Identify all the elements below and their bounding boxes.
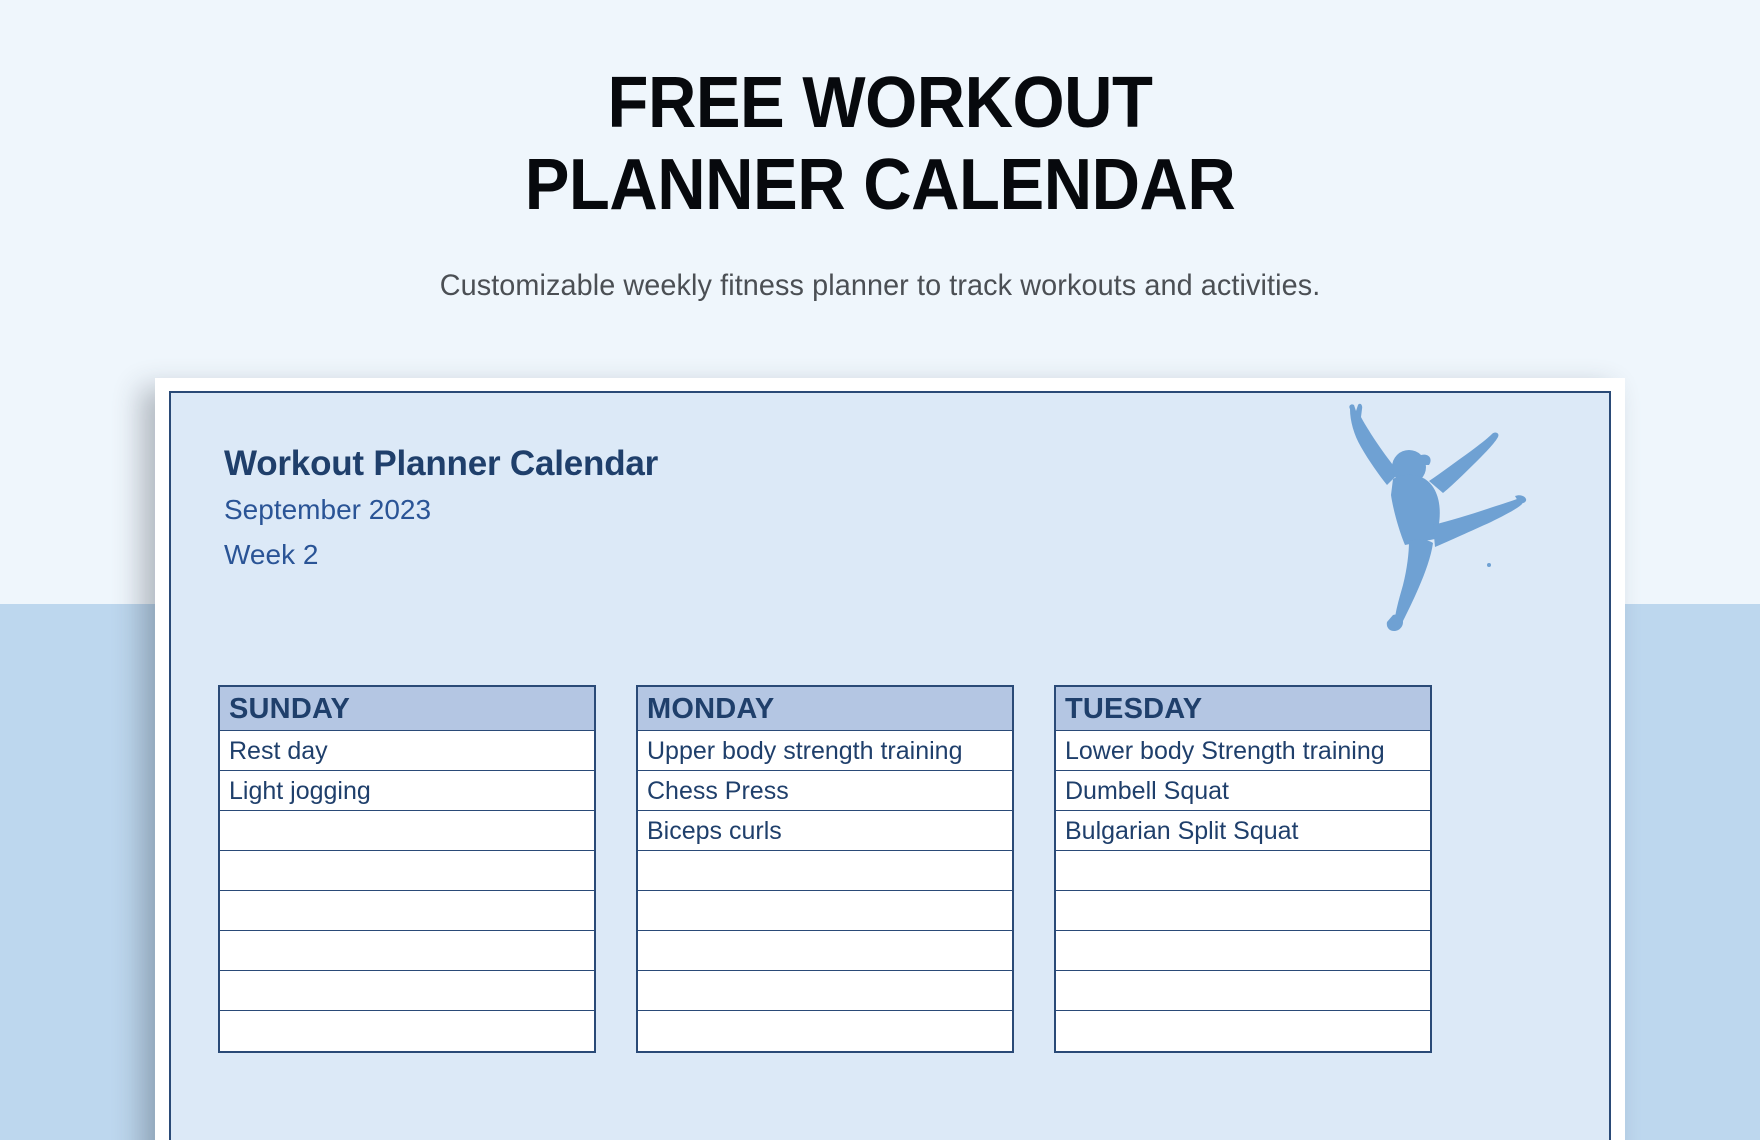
day-cell[interactable]: Rest day — [220, 731, 594, 771]
day-cell[interactable]: Lower body Strength training — [1056, 731, 1430, 771]
page-title: FREE WORKOUT PLANNER CALENDAR — [62, 62, 1699, 226]
day-cell[interactable] — [220, 891, 594, 931]
day-cell[interactable] — [638, 851, 1012, 891]
day-cell[interactable] — [1056, 891, 1430, 931]
day-cell[interactable]: Bulgarian Split Squat — [1056, 811, 1430, 851]
week-day-columns: SUNDAY Rest day Light jogging MONDAY Upp… — [218, 685, 1432, 1053]
day-cell[interactable] — [220, 971, 594, 1011]
planner-month: September 2023 — [224, 494, 432, 525]
day-cell[interactable] — [638, 931, 1012, 971]
day-cell[interactable]: Dumbell Squat — [1056, 771, 1430, 811]
day-cell[interactable]: Light jogging — [220, 771, 594, 811]
day-column-monday[interactable]: MONDAY Upper body strength training Ches… — [636, 685, 1014, 1053]
day-cell[interactable] — [638, 1011, 1012, 1051]
planner-week: Week 2 — [224, 539, 319, 570]
planner-header: Workout Planner Calendar September 2023 … — [224, 441, 658, 577]
day-cell[interactable] — [220, 1011, 594, 1051]
day-header-sunday: SUNDAY — [220, 687, 594, 731]
day-cell[interactable] — [1056, 851, 1430, 891]
day-cell[interactable] — [1056, 931, 1430, 971]
day-cell[interactable] — [1056, 1011, 1430, 1051]
page-title-line-1: FREE WORKOUT — [607, 63, 1153, 143]
hero-text-block: FREE WORKOUT PLANNER CALENDAR Customizab… — [0, 62, 1760, 306]
day-cell[interactable] — [1056, 971, 1430, 1011]
day-header-tuesday: TUESDAY — [1056, 687, 1430, 731]
document-card[interactable]: Workout Planner Calendar September 2023 … — [155, 378, 1625, 1140]
planner-sheet: Workout Planner Calendar September 2023 … — [169, 391, 1611, 1140]
day-cell[interactable] — [220, 931, 594, 971]
planner-title: Workout Planner Calendar — [224, 444, 659, 483]
page-subtitle: Customizable weekly fitness planner to t… — [439, 269, 1321, 302]
day-header-monday: MONDAY — [638, 687, 1012, 731]
day-column-tuesday[interactable]: TUESDAY Lower body Strength training Dum… — [1054, 685, 1432, 1053]
day-column-sunday[interactable]: SUNDAY Rest day Light jogging — [218, 685, 596, 1053]
day-cell[interactable] — [638, 971, 1012, 1011]
day-cell[interactable]: Chess Press — [638, 771, 1012, 811]
athlete-kicking-silhouette-icon — [1329, 403, 1539, 643]
page-title-line-2: PLANNER CALENDAR — [524, 145, 1236, 225]
page-root: FREE WORKOUT PLANNER CALENDAR Customizab… — [0, 0, 1760, 1140]
day-cell[interactable]: Biceps curls — [638, 811, 1012, 851]
day-cell[interactable] — [638, 891, 1012, 931]
day-cell[interactable] — [220, 851, 594, 891]
day-cell[interactable]: Upper body strength training — [638, 731, 1012, 771]
day-cell[interactable] — [220, 811, 594, 851]
